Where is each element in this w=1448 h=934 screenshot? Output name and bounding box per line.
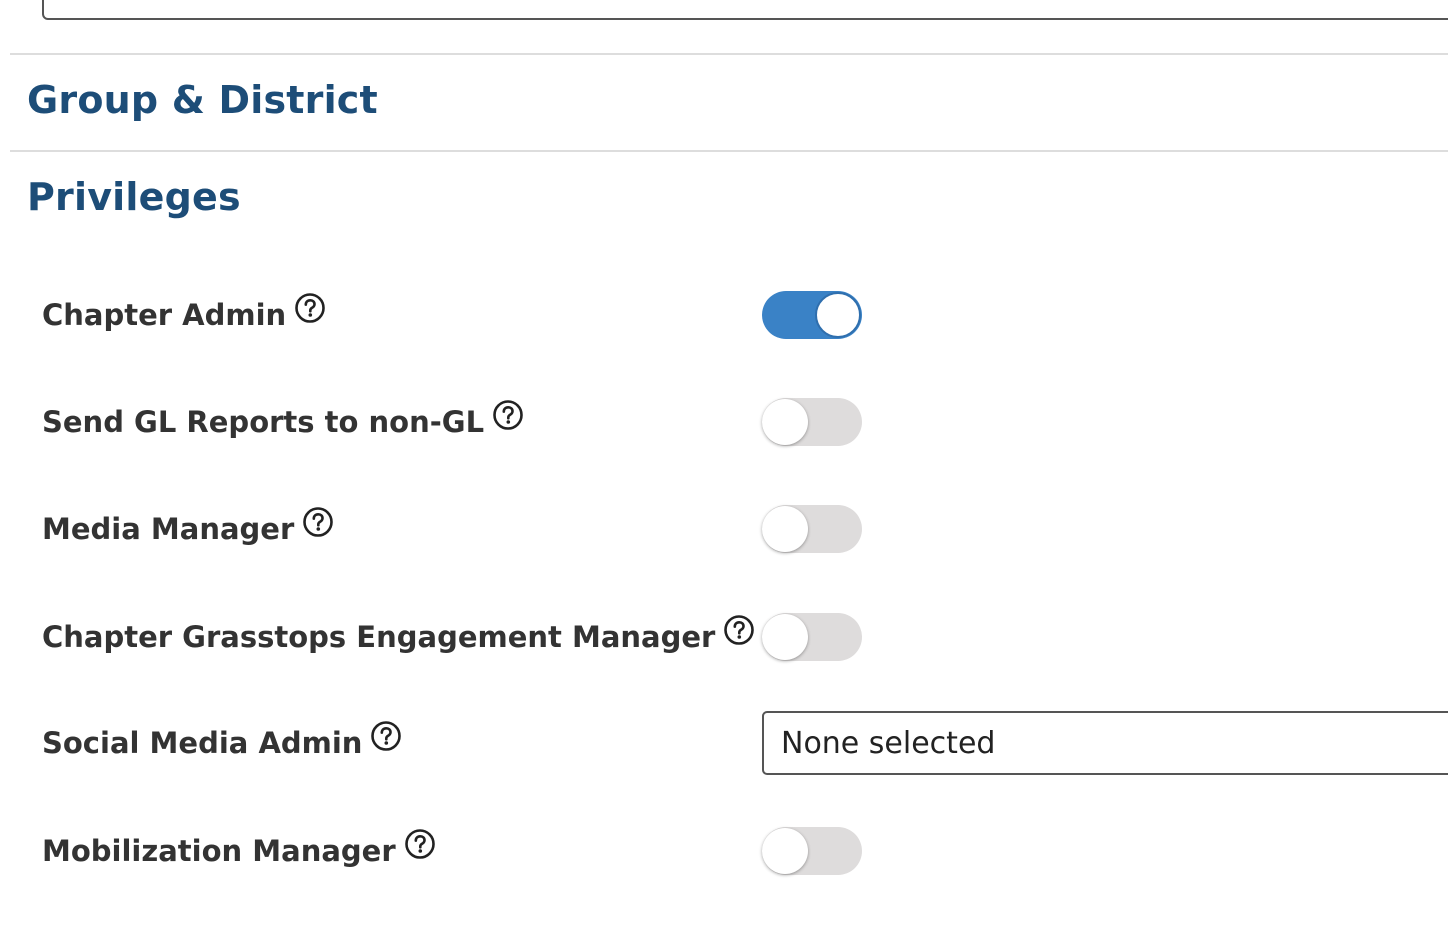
mobilization-manager-toggle[interactable]: [762, 827, 862, 875]
grasstops-manager-toggle[interactable]: [762, 613, 862, 661]
privilege-row-chapter-admin: Chapter Admin: [0, 285, 1448, 345]
toggle-knob: [762, 828, 808, 874]
privilege-label: Media Manager: [42, 512, 295, 546]
toggle-knob: [815, 292, 861, 338]
toggle-knob: [762, 614, 808, 660]
section-title-group-district[interactable]: Group & District: [27, 78, 378, 122]
toggle-knob: [762, 506, 808, 552]
section-divider: [10, 150, 1448, 152]
privilege-label-row: Send GL Reports to non-GL: [42, 392, 524, 452]
privilege-label-row: Social Media Admin: [42, 713, 402, 773]
select-value: None selected: [781, 725, 996, 761]
media-manager-toggle[interactable]: [762, 505, 862, 553]
social-media-admin-select[interactable]: None selected: [762, 711, 1448, 775]
help-icon[interactable]: [404, 828, 436, 860]
help-icon[interactable]: [723, 614, 755, 646]
privilege-row-mobilization-manager: Mobilization Manager: [0, 821, 1448, 881]
toggle-knob: [762, 399, 808, 445]
privilege-label: Chapter Admin: [42, 298, 287, 332]
help-icon[interactable]: [492, 399, 524, 431]
privilege-label-row: Mobilization Manager: [42, 821, 436, 881]
section-divider: [10, 53, 1448, 55]
chapter-admin-toggle[interactable]: [762, 291, 862, 339]
privilege-label: Send GL Reports to non-GL: [42, 405, 485, 439]
privilege-label-row: Chapter Admin: [42, 285, 326, 345]
privilege-label: Social Media Admin: [42, 726, 363, 760]
privilege-row-social-media-admin: Social Media Admin None selected: [0, 711, 1448, 775]
privilege-label-row: Media Manager: [42, 499, 334, 559]
help-icon[interactable]: [370, 720, 402, 752]
privilege-label: Chapter Grasstops Engagement Manager: [42, 620, 716, 654]
privilege-row-grasstops-manager: Chapter Grasstops Engagement Manager: [0, 607, 1448, 667]
privilege-row-media-manager: Media Manager: [0, 499, 1448, 559]
section-title-privileges[interactable]: Privileges: [27, 175, 241, 219]
privilege-label-row: Chapter Grasstops Engagement Manager: [42, 607, 755, 667]
previous-field-input[interactable]: [42, 0, 1448, 20]
privilege-row-send-gl-reports: Send GL Reports to non-GL: [0, 392, 1448, 452]
send-gl-reports-toggle[interactable]: [762, 398, 862, 446]
help-icon[interactable]: [294, 292, 326, 324]
help-icon[interactable]: [302, 506, 334, 538]
privilege-label: Mobilization Manager: [42, 834, 396, 868]
page: Group & District Privileges Chapter Admi…: [0, 0, 1448, 934]
